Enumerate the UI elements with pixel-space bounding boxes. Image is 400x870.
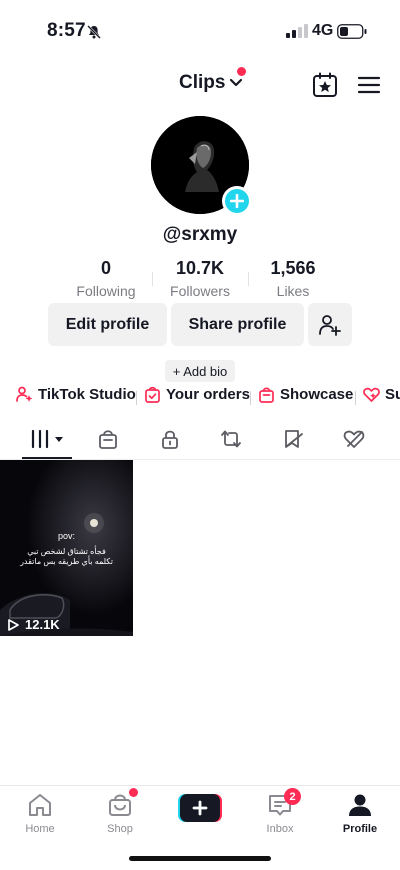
link-your-orders[interactable]: Your orders — [144, 386, 250, 403]
caption-line: تكلمه بأي طريقه بس ماتقدر — [20, 557, 113, 566]
status-time: 8:57 — [47, 20, 86, 41]
nav-shop[interactable]: Shop — [90, 792, 150, 835]
add-avatar-button[interactable] — [222, 186, 252, 216]
nav-label: Inbox — [266, 823, 294, 835]
nav-home[interactable]: Home — [10, 792, 70, 835]
content-tabs — [0, 420, 400, 460]
link-divider — [250, 391, 251, 405]
signal-icon — [286, 24, 308, 38]
account-name: Clips — [179, 72, 226, 93]
account-switcher[interactable]: Clips — [179, 72, 243, 94]
tab-private[interactable] — [150, 426, 190, 452]
stat-followers[interactable]: 10.7K Followers — [150, 258, 250, 299]
shop-notification-dot — [129, 788, 138, 797]
link-showcase[interactable]: Showcase — [258, 386, 353, 403]
showcase-icon — [259, 387, 274, 403]
video-overlay-caption: فجأه تشتاق لشخص تبي تكلمه بأي طريقه بس م… — [0, 547, 133, 567]
video-overlay-title: pov: — [57, 531, 75, 541]
network-type: 4G — [312, 22, 334, 39]
play-outline-icon — [8, 618, 19, 631]
link-label: TikTok Studio — [38, 386, 136, 403]
caption-line: فجأه تشتاق لشخص تبي — [27, 547, 106, 556]
notification-dot — [237, 67, 246, 76]
nav-label: Home — [25, 823, 55, 835]
battery-icon — [337, 24, 367, 39]
add-user-icon — [319, 314, 341, 336]
stat-following[interactable]: 0 Following — [56, 258, 156, 299]
link-divider — [136, 391, 137, 405]
stat-value: 0 — [100, 258, 111, 278]
video-thumbnail[interactable]: pov: فجأه تشتاق لشخص تبي تكلمه بأي طريقه… — [0, 460, 133, 636]
profile-icon — [349, 794, 371, 816]
bell-muted-icon — [87, 25, 101, 39]
share-profile-button[interactable]: Share profile — [171, 303, 304, 346]
stat-label: Likes — [276, 283, 310, 299]
link-subscription[interactable]: Su — [363, 386, 400, 403]
heart-hidden-icon — [343, 430, 365, 448]
lock-icon — [162, 430, 178, 449]
subscription-icon — [363, 387, 380, 402]
tab-shop[interactable] — [88, 426, 128, 452]
link-tiktok-studio[interactable]: TikTok Studio — [16, 386, 136, 403]
stat-value: 1,566 — [270, 258, 316, 278]
top-bar: Clips — [0, 62, 400, 108]
stat-likes[interactable]: 1,566 Likes — [243, 258, 343, 299]
chevron-down-icon — [230, 78, 243, 87]
calendar-star-icon[interactable] — [312, 72, 338, 98]
nav-label: Shop — [107, 823, 133, 835]
link-label: Su — [385, 386, 400, 403]
orders-icon — [145, 386, 160, 403]
add-bio-button[interactable]: + Add bio — [165, 360, 235, 382]
repost-icon — [221, 430, 241, 448]
stat-value: 10.7K — [175, 258, 225, 278]
view-count: 12.1K — [25, 617, 60, 632]
create-button[interactable] — [178, 794, 222, 822]
home-indicator — [129, 856, 271, 861]
shop-bag-icon — [99, 430, 117, 449]
edit-profile-button[interactable]: Edit profile — [48, 303, 167, 346]
shop-icon — [109, 794, 131, 816]
status-bar: 8:57 4G — [0, 0, 400, 62]
inbox-badge: 2 — [284, 788, 301, 805]
username: @srxmy — [162, 224, 238, 245]
link-divider — [355, 391, 356, 405]
plus-icon — [230, 194, 244, 208]
stat-label: Following — [76, 283, 136, 299]
tab-reposts[interactable] — [211, 426, 251, 452]
hamburger-menu-icon[interactable] — [357, 74, 381, 96]
nav-inbox[interactable]: Inbox — [250, 792, 310, 835]
add-friends-button[interactable] — [308, 303, 352, 346]
home-icon — [29, 794, 51, 816]
link-label: Your orders — [166, 386, 250, 403]
videos-grid-icon — [31, 429, 63, 449]
profile-stats: 0 Following 10.7K Followers 1,566 Likes — [0, 258, 400, 299]
link-label: Showcase — [280, 386, 354, 403]
bookmark-hidden-icon — [285, 430, 303, 448]
tab-videos[interactable] — [27, 426, 67, 452]
active-tab-indicator — [22, 457, 72, 459]
studio-icon — [16, 386, 33, 402]
tab-liked[interactable] — [334, 426, 374, 452]
nav-label: Profile — [342, 823, 378, 835]
profile-links-row: TikTok Studio Your orders Showcase Su — [0, 386, 400, 410]
tab-favorites[interactable] — [273, 426, 313, 452]
nav-profile[interactable]: Profile — [330, 792, 390, 835]
video-view-count: 12.1K — [6, 617, 60, 632]
stat-label: Followers — [170, 283, 230, 299]
